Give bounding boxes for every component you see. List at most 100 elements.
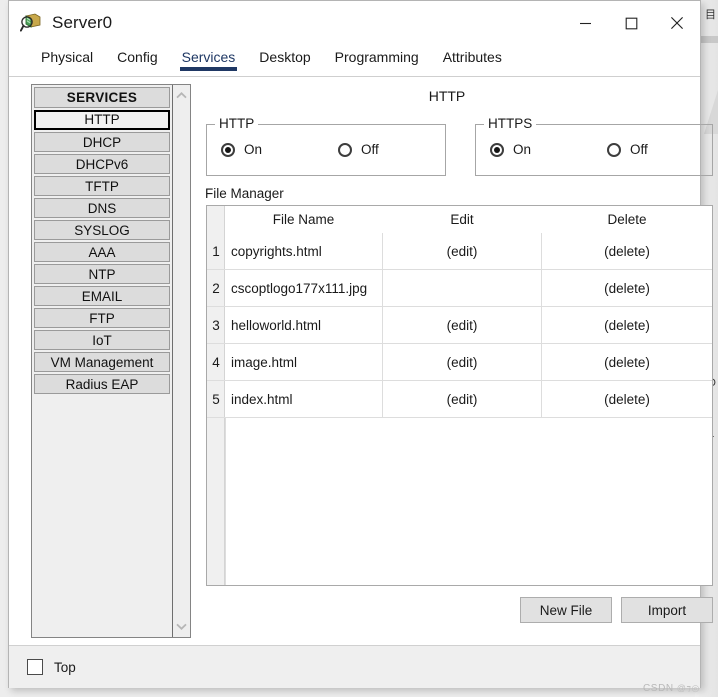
sidebar-item-tftp[interactable]: TFTP	[34, 176, 170, 196]
header-row-number	[207, 206, 225, 233]
delete-link[interactable]: (delete)	[542, 344, 712, 380]
row-number: 1	[207, 233, 225, 269]
sidebar-item-vm-management[interactable]: VM Management	[34, 352, 170, 372]
watermark: CSDN @⁊◎	[643, 683, 700, 694]
tab-bar: Physical Config Services Desktop Program…	[9, 45, 700, 76]
sidebar-item-http[interactable]: HTTP	[34, 110, 170, 130]
http-group: HTTP On Off	[206, 124, 446, 176]
http-settings-pane: HTTP HTTP On Off	[203, 84, 691, 645]
edit-link[interactable]: (edit)	[383, 307, 542, 343]
table-row: 5 index.html (edit) (delete)	[207, 381, 712, 418]
radio-unselected-icon	[338, 143, 352, 157]
edit-link[interactable]: (edit)	[383, 381, 542, 417]
new-file-button[interactable]: New File	[520, 597, 612, 623]
chevron-up-icon	[176, 92, 187, 99]
http-radio-off-label: Off	[361, 142, 379, 157]
http-radio-on-label: On	[244, 142, 262, 157]
watermark-glyph: @⁊◎	[677, 683, 700, 694]
edit-link	[383, 270, 542, 306]
column-header-edit: Edit	[383, 206, 542, 233]
maximize-button[interactable]	[608, 1, 654, 45]
sidebar-item-iot[interactable]: IoT	[34, 330, 170, 350]
sidebar-item-radius-eap[interactable]: Radius EAP	[34, 374, 170, 394]
delete-link[interactable]: (delete)	[542, 233, 712, 269]
cell-file-name: cscoptlogo177x111.jpg	[225, 270, 383, 306]
page-title: HTTP	[203, 88, 691, 104]
delete-link[interactable]: (delete)	[542, 307, 712, 343]
sidebar-item-syslog[interactable]: SYSLOG	[34, 220, 170, 240]
minimize-button[interactable]	[562, 1, 608, 45]
title-bar: Server0	[9, 1, 700, 45]
https-radio-on-label: On	[513, 142, 531, 157]
cell-file-name: index.html	[225, 381, 383, 417]
tab-config[interactable]: Config	[105, 45, 169, 71]
window-footer: Top	[9, 645, 700, 688]
file-manager-table: File Name Edit Delete 1 copyrights.html …	[206, 205, 713, 586]
cell-file-name: copyrights.html	[225, 233, 383, 269]
row-number: 4	[207, 344, 225, 380]
sidebar-item-dhcpv6[interactable]: DHCPv6	[34, 154, 170, 174]
server-properties-window: Server0 Physical Config Ser	[8, 0, 701, 688]
tab-physical[interactable]: Physical	[29, 45, 105, 71]
table-row: 3 helloworld.html (edit) (delete)	[207, 307, 712, 344]
https-group-legend: HTTPS	[484, 116, 536, 131]
sidebar-item-aaa[interactable]: AAA	[34, 242, 170, 262]
https-group: HTTPS On Off	[475, 124, 713, 176]
delete-link[interactable]: (delete)	[542, 381, 712, 417]
edit-link[interactable]: (edit)	[383, 344, 542, 380]
sidebar-item-email[interactable]: EMAIL	[34, 286, 170, 306]
column-header-delete: Delete	[542, 206, 712, 233]
http-group-legend: HTTP	[215, 116, 258, 131]
scroll-down-button[interactable]	[173, 618, 190, 635]
tab-content-services: SERVICES HTTP DHCP DHCPv6 TFTP DNS SYSLO…	[9, 76, 700, 645]
cell-file-name: helloworld.html	[225, 307, 383, 343]
services-panel: SERVICES HTTP DHCP DHCPv6 TFTP DNS SYSLO…	[31, 84, 191, 638]
server-magnifier-icon	[20, 13, 42, 33]
window-controls	[562, 1, 700, 45]
radio-unselected-icon	[607, 143, 621, 157]
http-radio-off[interactable]: Off	[338, 142, 379, 157]
top-checkbox[interactable]	[27, 659, 43, 675]
watermark-text: CSDN	[643, 683, 674, 694]
table-empty-area	[225, 418, 712, 585]
import-button[interactable]: Import	[621, 597, 713, 623]
maximize-icon	[625, 17, 638, 30]
table-row: 1 copyrights.html (edit) (delete)	[207, 233, 712, 270]
table-header-row: File Name Edit Delete	[207, 206, 712, 233]
http-radio-on[interactable]: On	[221, 142, 262, 157]
https-radio-on[interactable]: On	[490, 142, 531, 157]
file-manager-label: File Manager	[205, 186, 284, 201]
minimize-icon	[579, 17, 592, 30]
radio-selected-icon	[490, 143, 504, 157]
tab-programming[interactable]: Programming	[323, 45, 431, 71]
delete-link[interactable]: (delete)	[542, 270, 712, 306]
close-icon	[670, 16, 684, 30]
sidebar-item-ntp[interactable]: NTP	[34, 264, 170, 284]
tab-desktop[interactable]: Desktop	[247, 45, 322, 71]
scroll-up-button[interactable]	[173, 87, 190, 104]
table-row: 2 cscoptlogo177x111.jpg (delete)	[207, 270, 712, 307]
sidebar-item-dns[interactable]: DNS	[34, 198, 170, 218]
sidebar-item-ftp[interactable]: FTP	[34, 308, 170, 328]
close-button[interactable]	[654, 1, 700, 45]
row-number: 2	[207, 270, 225, 306]
edit-link[interactable]: (edit)	[383, 233, 542, 269]
backdrop-text-fragment-top: 目	[705, 10, 716, 21]
tab-services[interactable]: Services	[170, 45, 248, 71]
services-list: SERVICES HTTP DHCP DHCPv6 TFTP DNS SYSLO…	[32, 85, 173, 637]
https-radio-off-label: Off	[630, 142, 648, 157]
file-manager-actions: New File Import	[206, 597, 713, 623]
row-number: 5	[207, 381, 225, 417]
sidebar-item-dhcp[interactable]: DHCP	[34, 132, 170, 152]
chevron-down-icon	[176, 623, 187, 630]
top-checkbox-label: Top	[54, 660, 76, 675]
tab-attributes[interactable]: Attributes	[431, 45, 514, 71]
https-radio-off[interactable]: Off	[607, 142, 648, 157]
table-row: 4 image.html (edit) (delete)	[207, 344, 712, 381]
window-title: Server0	[52, 13, 112, 33]
services-scrollbar[interactable]	[173, 85, 190, 637]
services-list-header: SERVICES	[34, 87, 170, 108]
row-number: 3	[207, 307, 225, 343]
radio-selected-icon	[221, 143, 235, 157]
column-header-file-name: File Name	[225, 206, 383, 233]
